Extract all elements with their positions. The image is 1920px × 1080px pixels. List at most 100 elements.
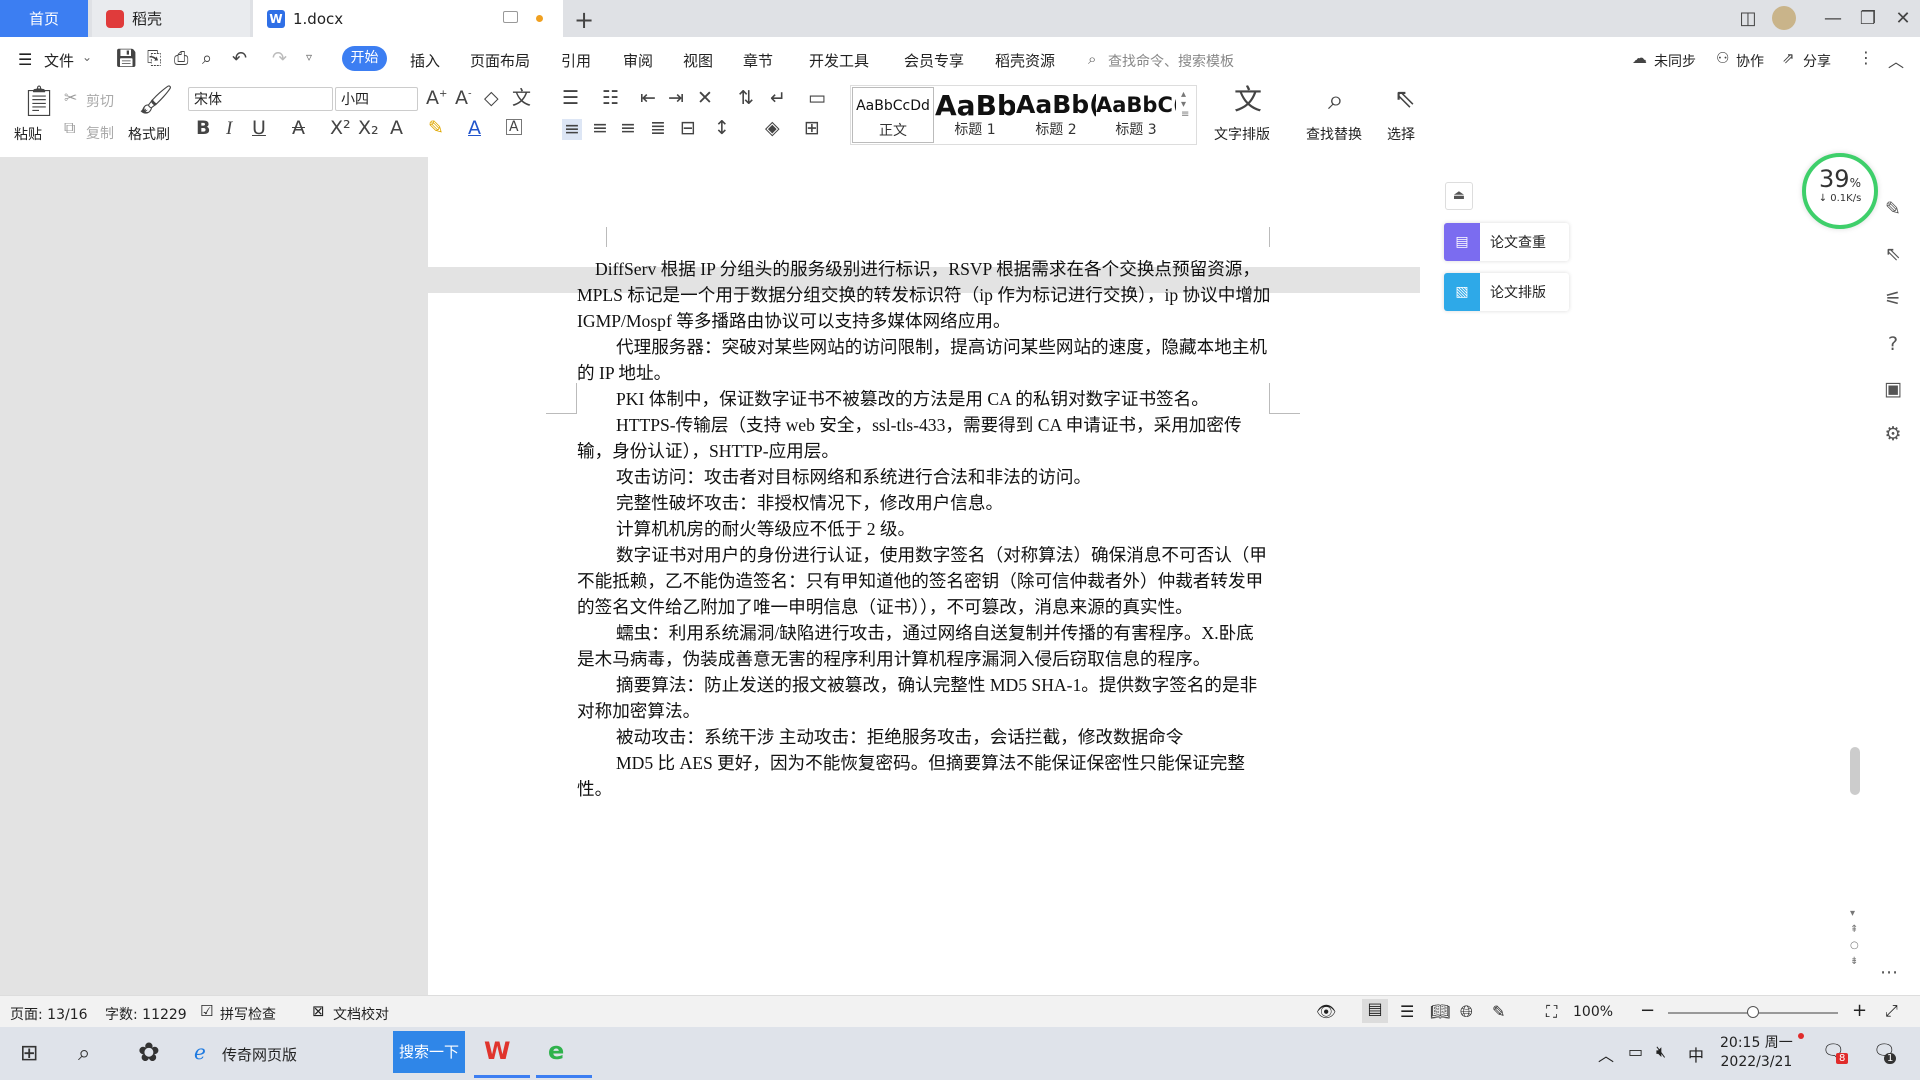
menu-start[interactable]: 开始: [342, 46, 387, 71]
quick-access-dropdown-icon[interactable]: ▿: [306, 50, 312, 64]
sort-icon[interactable]: ⇅: [738, 89, 754, 108]
zoom-slider[interactable]: [1668, 1006, 1838, 1018]
superscript-icon[interactable]: X²: [330, 119, 351, 138]
save-icon[interactable]: 💾︎: [115, 48, 138, 69]
undo-icon[interactable]: ↶: [232, 48, 247, 69]
bullet-list-icon[interactable]: ☰: [562, 89, 579, 108]
italic-icon[interactable]: I: [226, 119, 232, 138]
clear-format-icon[interactable]: ◇: [484, 89, 499, 108]
text-effect-icon[interactable]: A: [390, 119, 403, 138]
reading-view-icon[interactable]: 📖︎: [1430, 1002, 1450, 1021]
numbered-list-icon[interactable]: ☷: [602, 89, 619, 108]
copy-button[interactable]: 复制: [86, 123, 114, 143]
subscript-icon[interactable]: X₂: [358, 119, 379, 138]
layout-icon[interactable]: ◫: [1728, 0, 1768, 37]
minimize-button[interactable]: —: [1813, 0, 1853, 37]
menu-review[interactable]: 审阅: [623, 50, 653, 71]
collapse-ribbon-icon[interactable]: ︿: [1888, 48, 1904, 72]
menu-daoke-resources[interactable]: 稻壳资源: [995, 50, 1055, 71]
ruler-icon[interactable]: ▭: [808, 89, 826, 108]
spell-check-button[interactable]: 拼写检查: [220, 1004, 276, 1024]
command-search-input[interactable]: 查找命令、搜索模板: [1108, 51, 1234, 71]
document-paragraph[interactable]: 数字证书对用户的身份进行认证，使用数字签名（对称算法）确保消息不可否认（甲不能抵…: [577, 542, 1271, 620]
page-nav-icon[interactable]: ▾ ⇞ ○ ⇟: [1850, 906, 1859, 970]
font-name-select[interactable]: 宋体: [188, 87, 333, 111]
proofread-button[interactable]: 文档校对: [333, 1004, 389, 1024]
write-view-icon[interactable]: ✎: [1492, 1002, 1505, 1021]
shading-icon[interactable]: ◈: [765, 119, 780, 138]
menu-view[interactable]: 视图: [683, 50, 713, 71]
page-view-icon[interactable]: ▤: [1362, 999, 1388, 1023]
document-body[interactable]: DiffServ 根据 IP 分组头的服务级别进行标识，RSVP 根据需求在各个…: [577, 256, 1271, 802]
line-spacing-icon[interactable]: ↕: [714, 119, 730, 138]
bold-icon[interactable]: B: [196, 119, 210, 138]
paste-button[interactable]: 粘贴: [14, 124, 42, 144]
underline-icon[interactable]: U: [252, 119, 266, 138]
windows-start-icon[interactable]: ⊞: [20, 1041, 38, 1066]
style-heading-2[interactable]: AaBb( 标题 2: [1016, 87, 1096, 141]
redo-icon[interactable]: ↷: [272, 48, 287, 69]
strikethrough-icon[interactable]: A: [292, 119, 305, 138]
menu-member[interactable]: 会员专享: [904, 50, 964, 71]
shrink-font-icon[interactable]: A-: [455, 89, 472, 108]
tab-home[interactable]: 首页: [0, 0, 88, 37]
taskbar-search-icon[interactable]: ⌕: [78, 1041, 90, 1066]
style-heading-1[interactable]: AaBb 标题 1: [935, 87, 1015, 141]
battery-icon[interactable]: ▭: [1628, 1042, 1643, 1061]
document-paragraph[interactable]: MD5 比 AES 更好，因为不能恢复密码。但摘要算法不能保证保密性只能保证完整…: [577, 750, 1271, 802]
align-left-icon[interactable]: ≡: [562, 119, 582, 140]
chinese-layout-icon[interactable]: ✕: [697, 89, 713, 108]
font-color-icon[interactable]: A: [468, 119, 481, 138]
green-browser-icon[interactable]: e: [548, 1037, 564, 1065]
menu-references[interactable]: 引用: [561, 50, 591, 71]
menu-page-layout[interactable]: 页面布局: [470, 50, 530, 71]
app-pinwheel-icon[interactable]: ✿: [138, 1038, 160, 1068]
paste-icon[interactable]: 📋︎: [20, 87, 58, 117]
search-once-button[interactable]: 搜索一下: [393, 1031, 465, 1073]
browser-task-label[interactable]: 传奇网页版: [222, 1044, 297, 1065]
close-window-button[interactable]: ✕: [1883, 0, 1920, 37]
word-count[interactable]: 字数: 11229: [105, 1004, 187, 1024]
menu-chapter[interactable]: 章节: [743, 50, 773, 71]
align-center-icon[interactable]: ≡: [592, 119, 608, 138]
document-paragraph[interactable]: 完整性破坏攻击：非授权情况下，修改用户信息。: [577, 490, 1271, 516]
zoom-in-button[interactable]: +: [1852, 1000, 1867, 1021]
network-speed-widget[interactable]: 39% ↓ 0.1K/s: [1802, 153, 1878, 229]
tab-daoke[interactable]: 稻壳: [92, 0, 250, 37]
document-paragraph[interactable]: PKI 体制中，保证数字证书不被篡改的方法是用 CA 的私钥对数字证书签名。: [577, 386, 1271, 412]
find-icon[interactable]: ⌕: [1328, 86, 1344, 114]
print-preview-icon[interactable]: ⌕: [202, 48, 212, 69]
format-painter-button[interactable]: 格式刷: [128, 124, 170, 144]
page-indicator[interactable]: 页面: 13/16: [10, 1004, 88, 1024]
fullscreen-icon[interactable]: ⤢: [1885, 1001, 1898, 1021]
fit-page-icon[interactable]: ⛶: [1546, 1002, 1557, 1022]
eye-protection-icon[interactable]: 👁︎: [1316, 1002, 1336, 1021]
menu-insert[interactable]: 插入: [410, 50, 440, 71]
document-paragraph[interactable]: 被动攻击：系统干涉 主动攻击：拒绝服务攻击，会话拦截，修改数据命令: [577, 724, 1271, 750]
document-paragraph[interactable]: 蠕虫：利用系统漏洞/缺陷进行攻击，通过网络自送复制并传播的有害程序。X.卧底是木…: [577, 620, 1271, 672]
hamburger-icon[interactable]: ☰: [18, 50, 32, 69]
find-replace-button[interactable]: 查找替换: [1306, 124, 1362, 144]
style-heading-3[interactable]: AaBbC( 标题 3: [1096, 87, 1176, 141]
volume-muted-icon[interactable]: 🔇︎: [1656, 1042, 1666, 1062]
collapse-panel-icon[interactable]: ⏏: [1445, 182, 1473, 210]
tab-document[interactable]: W 1.docx: [253, 0, 563, 37]
clock[interactable]: 20:15 周一 2022/3/21: [1720, 1034, 1793, 1072]
help-icon[interactable]: ?: [1880, 333, 1906, 359]
pointer-icon[interactable]: ⇖: [1880, 243, 1906, 269]
collaborate-button[interactable]: 协作: [1736, 51, 1764, 71]
sync-status[interactable]: 未同步: [1654, 51, 1696, 71]
document-paragraph[interactable]: 攻击访问：攻击者对目标网络和系统进行合法和非法的访问。: [577, 464, 1271, 490]
zoom-out-button[interactable]: −: [1640, 1000, 1655, 1021]
justify-icon[interactable]: ≣: [650, 119, 666, 138]
export-pdf-icon[interactable]: ⎘: [147, 48, 161, 69]
highlight-icon[interactable]: ✎: [428, 119, 444, 138]
format-painter-icon[interactable]: 🖌︎: [138, 86, 174, 114]
document-paragraph[interactable]: DiffServ 根据 IP 分组头的服务级别进行标识，RSVP 根据需求在各个…: [577, 256, 1271, 334]
distribute-icon[interactable]: ⊟: [680, 119, 696, 138]
text-layout-button[interactable]: 文字排版: [1214, 124, 1270, 144]
text-layout-icon[interactable]: 文: [1234, 86, 1262, 114]
zoom-level[interactable]: 100%: [1573, 1004, 1613, 1020]
style-scroll-icon[interactable]: ▴ ▾ ≡: [1181, 90, 1189, 120]
tray-expand-icon[interactable]: ︿: [1598, 1042, 1614, 1066]
